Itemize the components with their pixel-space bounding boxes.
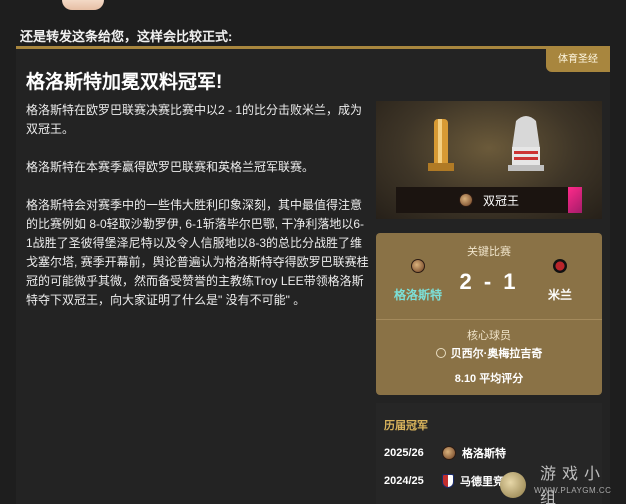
article-paragraph: 格洛斯特会对赛季中的一些伟大胜利印象深刻，其中最值得注意的比赛例如 8-0轻取沙… (26, 198, 369, 307)
list-item[interactable]: 2024/25 马德里竞技 (384, 473, 515, 489)
away-team[interactable]: 米兰 (532, 259, 588, 303)
article-paragraph: 格洛斯特在欧罗巴联赛决赛比赛中以2 - 1的比分击败米兰，成为双冠王。 (26, 103, 363, 136)
headline: 格洛斯特加冕双料冠军! (26, 72, 223, 93)
key-match-label: 关键比赛 (467, 246, 511, 258)
key-player-label: 核心球员 (467, 330, 511, 342)
gloucester-crest-icon (442, 446, 456, 460)
gloucester-crest-icon (458, 193, 473, 207)
player-rating: 8.10 平均评分 (454, 373, 524, 385)
person-icon (435, 348, 446, 358)
trophy-image: 双冠王 (376, 101, 602, 219)
atletico-crest-icon (442, 474, 454, 488)
intro-text: 还是转发这条给您，这样会比较正式: (20, 29, 233, 44)
watermark-text: 游戏小组 (540, 466, 607, 504)
milan-crest-icon (553, 259, 567, 273)
watermark-logo-icon (500, 472, 526, 498)
past-champions-title: 历届冠军 (384, 420, 428, 432)
divider (376, 319, 602, 320)
season-year: 2024/25 (384, 475, 424, 487)
article-paragraph: 格洛斯特在本赛季赢得欧罗巴联赛和英格兰冠军联赛。 (26, 160, 315, 174)
card-tag: 体育圣经 (546, 46, 610, 72)
trophy-banner: 双冠王 (396, 187, 582, 213)
season-year: 2025/26 (384, 447, 424, 459)
news-card: 体育圣经 格洛斯特加冕双料冠军! 格洛斯特在欧罗巴联赛决赛比赛中以2 - 1的比… (16, 46, 610, 504)
key-player[interactable]: 贝西尔·奥梅拉吉奇 (376, 345, 602, 361)
watermark: 游戏小组 WWW.PLAYGM.CC (500, 458, 626, 504)
away-team-name: 米兰 (547, 288, 572, 302)
watermark-url: WWW.PLAYGM.CC (534, 486, 612, 495)
key-player-name: 贝西尔·奥梅拉吉奇 (450, 348, 543, 360)
list-item[interactable]: 2025/26 格洛斯特 (384, 445, 506, 461)
banner-decoration (568, 187, 582, 213)
avatar (62, 0, 104, 10)
key-match-panel: 关键比赛 格洛斯特 2 - 1 米兰 核心球员 贝西尔·奥梅拉吉奇 8.10 平… (376, 233, 602, 395)
trophy-banner-label: 双冠王 (482, 193, 519, 208)
article-body: 格洛斯特在欧罗巴联赛决赛比赛中以2 - 1的比分击败米兰，成为双冠王。 格洛斯特… (26, 101, 370, 329)
